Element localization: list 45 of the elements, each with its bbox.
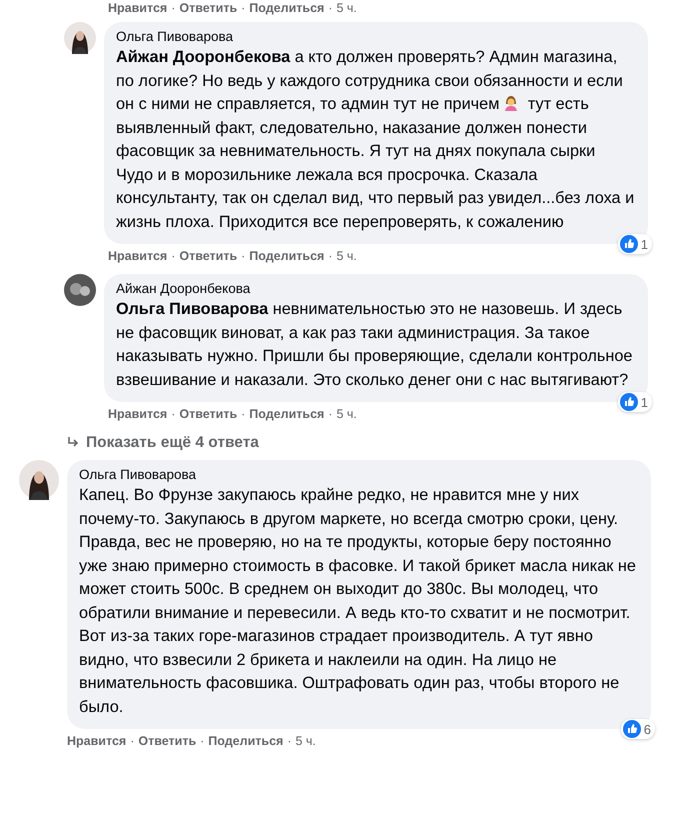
like-link[interactable]: Нравится bbox=[108, 1, 168, 15]
reply-link[interactable]: Ответить bbox=[138, 734, 196, 748]
separator: · bbox=[200, 734, 204, 748]
avatar[interactable] bbox=[64, 274, 96, 306]
comment-text: Ольга Пивоварова невнимательностью это не назовешь. И здесь не фасовщик виноват, а как раз таки администрация. За такое наказывать нужно. Пришли бы проверяющие, сделали контрольное взвешивание и наказали. Это сколько денег они с нас вытягивают? bbox=[116, 299, 634, 390]
reaction-count[interactable]: 1 bbox=[618, 392, 652, 412]
separator: · bbox=[287, 734, 292, 748]
avatar[interactable] bbox=[19, 460, 59, 500]
separator: · bbox=[328, 1, 332, 15]
reply-link[interactable]: Ответить bbox=[179, 249, 238, 263]
comment-author[interactable]: Айжан Дооронбекова bbox=[116, 281, 636, 296]
separator: · bbox=[241, 1, 246, 15]
like-link[interactable]: Нравится bbox=[67, 734, 126, 748]
comment-time: 5 ч. bbox=[336, 249, 357, 263]
share-link[interactable]: Поделиться bbox=[208, 734, 284, 748]
separator: · bbox=[171, 407, 176, 421]
reply-link[interactable]: Ответить bbox=[179, 1, 238, 15]
share-link[interactable]: Поделиться bbox=[249, 1, 324, 15]
comment-time: 5 ч. bbox=[296, 734, 316, 748]
share-link[interactable]: Поделиться bbox=[249, 249, 324, 263]
comment-author[interactable]: Ольга Пивоварова bbox=[116, 29, 636, 44]
separator: · bbox=[241, 249, 246, 263]
like-link[interactable]: Нравится bbox=[108, 249, 168, 263]
separator: · bbox=[328, 249, 332, 263]
avatar[interactable] bbox=[64, 22, 96, 54]
separator: · bbox=[241, 407, 246, 421]
thumbs-up-icon bbox=[622, 720, 641, 738]
reaction-count[interactable]: 1 bbox=[618, 234, 652, 254]
separator: · bbox=[171, 1, 176, 15]
reaction-count[interactable]: 6 bbox=[620, 719, 655, 739]
separator: · bbox=[130, 734, 134, 748]
comment-text: Айжан Дооронбекова а кто должен проверять? Админ магазина, по логике? Но ведь у каждого сотрудника свои обязанности и если он с ними не справляется, то админ тут не причем тут есть выявленный факт, следовательно, наказание должен понести фасовщик за невнимательность. Я тут на днях покупала сырки Чудо и в морозильнике лежала вся просрочка. Сказала консультанту, так он сделал вид, что первый раз увидел...без лоха и жизнь плоха. Приходится все перепроверять, к сожалению bbox=[116, 47, 636, 232]
comment-text: Капец. Во Фрунзе закупаюсь крайне редко, не нравится мне у них почему-то. Закупаюсь в другом маркете, но всегда смотрю сроки, цену. Правда, вес не проверяю, но на те продукты, которые беру постоянно уже знаю примерно стоимость в фасовке. И такой брикет масла никак не может стоить 500с. В среднем он выходит до 380с. Вы молодец, что обратили внимание и перевесили. А ведь кто-то схватит и не посмотрит. Вот из-за таких горе-магазинов страдает производитель. А тут явно видно, что взвесили 2 брикета и наклеили на один. На лицо не внимательность фасовшика. Оштрафовать один раз, чтобы второго не было. bbox=[79, 485, 637, 718]
share-link[interactable]: Поделиться bbox=[249, 407, 324, 421]
thumbs-up-icon bbox=[620, 235, 638, 253]
reply-link[interactable]: Ответить bbox=[179, 407, 238, 421]
comment-author[interactable]: Ольга Пивоварова bbox=[79, 467, 639, 482]
comment-time: 5 ч. bbox=[336, 1, 357, 15]
woman-emoji-icon bbox=[503, 95, 520, 111]
like-link[interactable]: Нравится bbox=[108, 407, 168, 421]
separator: · bbox=[328, 407, 332, 421]
thumbs-up-icon bbox=[620, 393, 638, 411]
show-more-replies[interactable]: Показать ещё 4 ответа bbox=[66, 434, 259, 452]
comment-time: 5 ч. bbox=[336, 407, 357, 421]
separator: · bbox=[171, 249, 176, 263]
